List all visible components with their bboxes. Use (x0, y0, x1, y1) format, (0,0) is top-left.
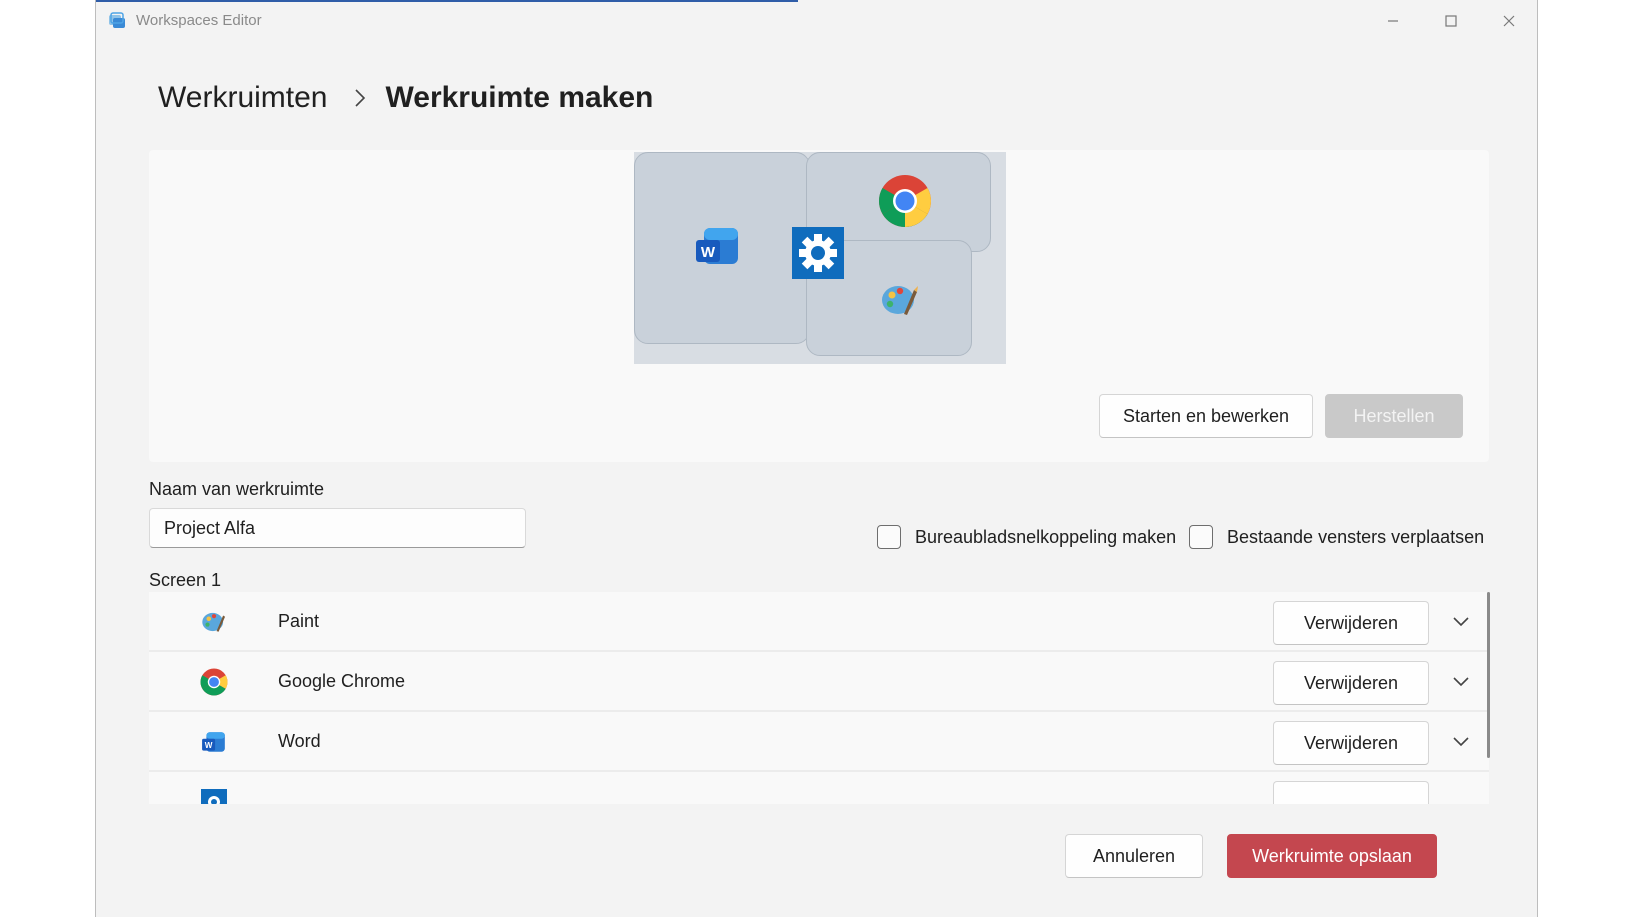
remove-button[interactable]: Verwijderen (1273, 661, 1429, 705)
svg-text:W: W (205, 741, 213, 750)
minimize-button[interactable] (1364, 0, 1422, 42)
app-name: Paint (278, 611, 320, 631)
app-row-google-chrome: Google Chrome Verwijderen (149, 652, 1489, 712)
workspace-name-value: Project Alfa (164, 517, 256, 538)
breadcrumb: Werkruimten Werkruimte maken (158, 78, 653, 118)
app-list: Paint Verwijderen Google Chrome Verwijde… (149, 592, 1489, 804)
maximize-button[interactable] (1422, 0, 1480, 42)
remove-button[interactable]: Verwijderen (1273, 601, 1429, 645)
app-name: Google Chrome (278, 671, 406, 691)
close-button[interactable] (1480, 0, 1537, 42)
settings-icon (792, 227, 844, 284)
move-existing-windows-checkbox[interactable]: Bestaande vensters verplaatsen (1189, 525, 1484, 549)
remove-button[interactable]: Verwijderen (1273, 721, 1429, 765)
maximize-icon (1445, 15, 1457, 27)
workspaces-app-icon (108, 11, 128, 31)
close-icon (1503, 15, 1515, 27)
chrome-icon (878, 174, 932, 233)
workspace-name-input[interactable]: Project Alfa (149, 508, 526, 548)
app-row-word: W Word Verwijderen (149, 712, 1489, 772)
cancel-button[interactable]: Annuleren (1065, 834, 1203, 878)
save-workspace-button[interactable]: Werkruimte opslaan (1227, 834, 1437, 878)
window-title: Workspaces Editor (136, 12, 262, 29)
checkbox-label: Bestaande vensters verplaatsen (1227, 526, 1485, 547)
title-bar: Workspaces Editor (96, 0, 1537, 42)
chevron-down-icon[interactable] (1449, 610, 1473, 634)
word-icon: W (694, 222, 742, 275)
workspace-name-label: Naam van werkruimte (149, 479, 325, 499)
remove-button[interactable] (1273, 781, 1429, 804)
workspaces-editor-window: Workspaces Editor Werkruimten Werkruimte… (95, 0, 1538, 917)
minimize-icon (1388, 20, 1398, 22)
word-icon: W (199, 727, 229, 757)
svg-text:W: W (701, 244, 716, 261)
revert-button[interactable]: Herstellen (1325, 394, 1463, 438)
checkbox-label: Bureaubladsnelkoppeling maken (915, 526, 1177, 547)
app-list-scrollbar[interactable] (1487, 592, 1490, 758)
launch-edit-button[interactable]: Starten en bewerken (1099, 394, 1313, 438)
chevron-right-icon (353, 87, 367, 109)
chevron-down-icon[interactable] (1449, 670, 1473, 694)
paint-icon (199, 607, 229, 637)
app-row-settings (149, 772, 1489, 804)
preview-panel: W Starten en bewerken Herstellen (149, 150, 1489, 462)
settings-icon (199, 787, 229, 804)
chevron-down-icon[interactable] (1449, 730, 1473, 754)
checkbox-box[interactable] (1189, 525, 1213, 549)
layout-preview: W (634, 152, 1006, 364)
chrome-icon (199, 667, 229, 697)
desktop-shortcut-checkbox[interactable]: Bureaubladsnelkoppeling maken (877, 525, 1176, 549)
breadcrumb-root[interactable]: Werkruimten (158, 81, 327, 115)
app-row-paint: Paint Verwijderen (149, 592, 1489, 652)
app-name: Word (278, 731, 321, 751)
paint-icon (880, 280, 920, 325)
screen-label: Screen 1 (149, 570, 222, 590)
checkbox-box[interactable] (877, 525, 901, 549)
page-title: Werkruimte maken (385, 81, 654, 114)
